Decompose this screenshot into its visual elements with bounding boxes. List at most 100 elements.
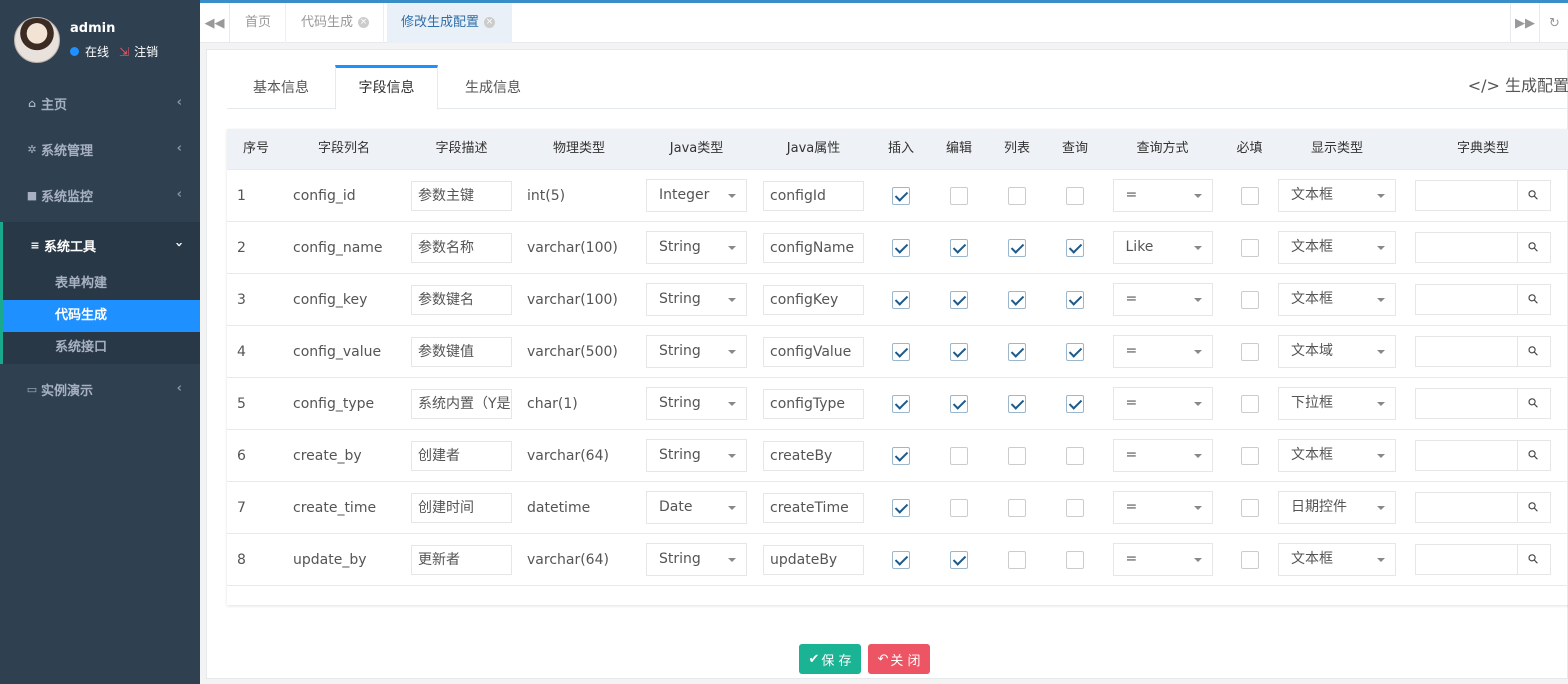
ins-checkbox[interactable] <box>892 290 910 309</box>
ins-checkbox[interactable] <box>892 550 910 569</box>
nav-item-system-tools[interactable]: ≡ 系统工具 ‹ <box>0 222 200 268</box>
field-description-input[interactable]: 参数主键 <box>411 180 512 211</box>
list-checkbox[interactable] <box>1008 498 1026 517</box>
display-type-select[interactable]: 文本框 <box>1278 231 1396 264</box>
tab-home[interactable]: 首页 <box>231 3 287 43</box>
query-type-select[interactable]: = <box>1112 179 1213 212</box>
list-checkbox[interactable] <box>1008 238 1026 257</box>
required-checkbox[interactable] <box>1240 290 1259 309</box>
edit-checkbox[interactable] <box>950 342 968 361</box>
java-attr-input[interactable]: configKey <box>763 284 864 315</box>
query-checkbox[interactable] <box>1066 290 1084 309</box>
list-checkbox[interactable] <box>1008 394 1026 413</box>
logout-icon[interactable]: ⇲ <box>119 45 129 59</box>
display-type-select[interactable]: 文本域 <box>1278 335 1396 368</box>
java-attr-input[interactable]: configId <box>763 180 864 211</box>
required-checkbox[interactable] <box>1240 498 1259 517</box>
tab-edit-gen-config[interactable]: 修改生成配置 × <box>387 3 512 43</box>
query-type-select[interactable]: = <box>1112 439 1213 472</box>
display-type-select[interactable]: 日期控件 <box>1278 491 1396 524</box>
edit-checkbox[interactable] <box>950 238 968 257</box>
dict-search-button[interactable]: ⚲ <box>1518 336 1551 367</box>
field-description-input[interactable]: 创建时间 <box>411 492 512 523</box>
java-attr-input[interactable]: updateBy <box>763 544 864 575</box>
list-checkbox[interactable] <box>1008 186 1026 205</box>
tab-basic-info[interactable]: 基本信息 <box>227 65 335 109</box>
java-type-select[interactable]: String <box>646 283 747 316</box>
java-attr-input[interactable]: createTime <box>763 492 864 523</box>
sub-item-form-builder[interactable]: 表单构建 <box>3 268 200 300</box>
java-attr-input[interactable]: createBy <box>763 440 864 471</box>
field-description-input[interactable]: 参数键名 <box>411 284 512 315</box>
sub-item-system-api[interactable]: 系统接口 <box>3 332 200 364</box>
edit-checkbox[interactable] <box>950 498 968 517</box>
list-checkbox[interactable] <box>1008 342 1026 361</box>
dict-type-input[interactable] <box>1415 544 1518 575</box>
nav-item-home[interactable]: ⌂ 主页 ‹ <box>0 80 200 126</box>
list-checkbox[interactable] <box>1008 290 1026 309</box>
dict-search-button[interactable]: ⚲ <box>1518 180 1551 211</box>
ins-checkbox[interactable] <box>892 342 910 361</box>
save-button[interactable]: ✔ 保 存 <box>799 644 861 674</box>
required-checkbox[interactable] <box>1240 238 1259 257</box>
logout-link[interactable]: 注销 <box>134 43 158 60</box>
java-type-select[interactable]: String <box>646 335 747 368</box>
close-button[interactable]: ↶ 关 闭 <box>868 644 930 674</box>
required-checkbox[interactable] <box>1240 550 1259 569</box>
display-type-select[interactable]: 文本框 <box>1278 543 1396 576</box>
edit-checkbox[interactable] <box>950 550 968 569</box>
dict-search-button[interactable]: ⚲ <box>1518 544 1551 575</box>
query-checkbox[interactable] <box>1066 342 1084 361</box>
dict-type-input[interactable] <box>1415 180 1518 211</box>
query-type-select[interactable]: = <box>1112 335 1213 368</box>
query-checkbox[interactable] <box>1066 238 1084 257</box>
query-type-select[interactable]: = <box>1112 491 1213 524</box>
list-checkbox[interactable] <box>1008 446 1026 465</box>
close-tab-icon[interactable]: × <box>484 17 496 28</box>
tab-gen-info[interactable]: 生成信息 <box>438 65 548 109</box>
java-type-select[interactable]: String <box>646 439 747 472</box>
java-attr-input[interactable]: configValue <box>763 336 864 367</box>
java-type-select[interactable]: Integer <box>646 179 747 212</box>
display-type-select[interactable]: 下拉框 <box>1278 387 1396 420</box>
ins-checkbox[interactable] <box>892 238 910 257</box>
dict-search-button[interactable]: ⚲ <box>1518 232 1551 263</box>
dict-search-button[interactable]: ⚲ <box>1518 388 1551 419</box>
nav-item-system-monitor[interactable]: ■ 系统监控 ‹ <box>0 172 200 218</box>
dict-type-input[interactable] <box>1415 492 1518 523</box>
query-checkbox[interactable] <box>1066 394 1084 413</box>
nav-item-demo[interactable]: ▭ 实例演示 ‹ <box>0 366 200 412</box>
list-checkbox[interactable] <box>1008 550 1026 569</box>
java-attr-input[interactable]: configType <box>763 388 864 419</box>
edit-checkbox[interactable] <box>950 186 968 205</box>
display-type-select[interactable]: 文本框 <box>1278 283 1396 316</box>
required-checkbox[interactable] <box>1240 394 1259 413</box>
field-description-input[interactable]: 参数键值 <box>411 336 512 367</box>
sub-item-code-gen[interactable]: 代码生成 <box>3 300 200 332</box>
avatar[interactable] <box>14 17 60 63</box>
dict-search-button[interactable]: ⚲ <box>1518 492 1551 523</box>
query-type-select[interactable]: = <box>1112 387 1213 420</box>
java-type-select[interactable]: String <box>646 543 747 576</box>
java-type-select[interactable]: String <box>646 387 747 420</box>
ins-checkbox[interactable] <box>892 498 910 517</box>
edit-checkbox[interactable] <box>950 394 968 413</box>
tabs-scroll-right-button[interactable]: ▶▶ <box>1510 3 1540 43</box>
gen-config-link[interactable]: </> 生成配置 <box>1468 72 1568 96</box>
tab-field-info[interactable]: 字段信息 <box>335 65 438 110</box>
dict-type-input[interactable] <box>1415 336 1518 367</box>
dict-type-input[interactable] <box>1415 284 1518 315</box>
ins-checkbox[interactable] <box>892 446 910 465</box>
query-type-select[interactable]: = <box>1112 283 1213 316</box>
query-checkbox[interactable] <box>1066 446 1084 465</box>
nav-item-system-management[interactable]: ✲ 系统管理 ‹ <box>0 126 200 172</box>
field-description-input[interactable]: 创建者 <box>411 440 512 471</box>
refresh-button[interactable]: ↻ <box>1541 3 1568 43</box>
display-type-select[interactable]: 文本框 <box>1278 439 1396 472</box>
dict-type-input[interactable] <box>1415 232 1518 263</box>
query-checkbox[interactable] <box>1066 498 1084 517</box>
display-type-select[interactable]: 文本框 <box>1278 179 1396 212</box>
dict-search-button[interactable]: ⚲ <box>1518 284 1551 315</box>
ins-checkbox[interactable] <box>892 186 910 205</box>
edit-checkbox[interactable] <box>950 446 968 465</box>
